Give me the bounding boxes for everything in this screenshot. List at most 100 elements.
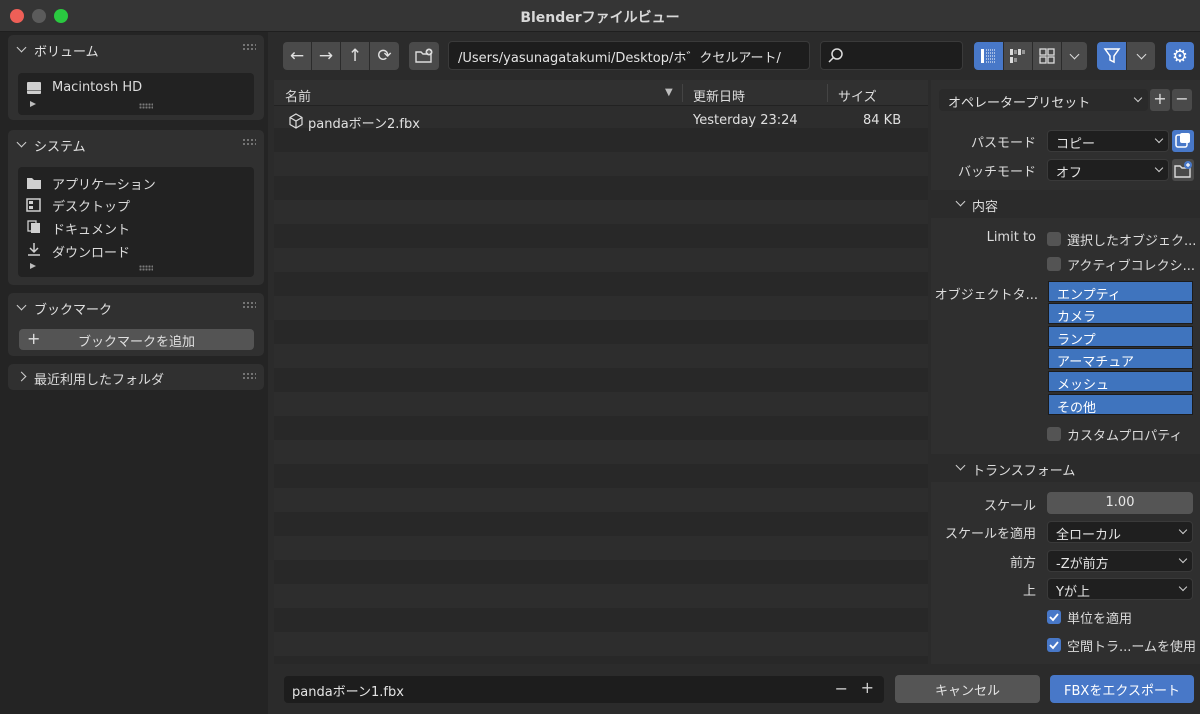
- scale-field[interactable]: 1.00: [1047, 492, 1193, 514]
- active-collection-label: アクティブコレクシ...: [1067, 259, 1195, 274]
- column-header-date[interactable]: 更新日時: [693, 86, 745, 105]
- object-type-other[interactable]: その他: [1048, 394, 1193, 416]
- transform-section-header[interactable]: トランスフォーム: [931, 454, 1200, 482]
- export-button[interactable]: FBXをエクスポート: [1050, 675, 1194, 703]
- volumes-label: ボリューム: [34, 45, 99, 60]
- object-type-camera[interactable]: カメラ: [1048, 303, 1193, 325]
- refresh-button[interactable]: ⟳: [370, 42, 399, 70]
- drag-handle-icon[interactable]: [242, 43, 256, 51]
- horizontal-list-view-button[interactable]: [1004, 42, 1032, 70]
- settings-toggle-button[interactable]: ⚙: [1166, 42, 1194, 70]
- system-panel: システム アプリケーション デスクトップ ドキュメント ダウンロード: [8, 130, 264, 285]
- sidebar-item-downloads[interactable]: ダウンロード: [52, 242, 130, 261]
- list-view-icon: [980, 49, 996, 63]
- cancel-button[interactable]: キャンセル: [895, 675, 1040, 703]
- object-type-lamp[interactable]: ランプ: [1048, 326, 1193, 348]
- apply-scale-dropdown[interactable]: 全ローカル: [1047, 521, 1193, 543]
- drag-handle-icon[interactable]: [242, 138, 256, 146]
- sidebar-item-applications[interactable]: アプリケーション: [52, 174, 156, 193]
- system-panel-header[interactable]: システム: [8, 130, 264, 158]
- table-row[interactable]: pandaボーン2.fbx Yesterday 23:24 84 KB: [274, 109, 928, 133]
- chevron-down-icon: [1154, 163, 1164, 173]
- forward-axis-value: -Zが前方: [1056, 557, 1109, 572]
- filter-toggle-button[interactable]: [1097, 42, 1126, 70]
- forward-button[interactable]: →: [312, 42, 340, 70]
- object-type-armature[interactable]: アーマチュア: [1048, 348, 1193, 370]
- add-bookmark-label: ブックマークを追加: [77, 335, 195, 350]
- recent-panel[interactable]: 最近利用したフォルダ: [8, 364, 264, 390]
- display-settings-dropdown[interactable]: [1062, 42, 1087, 70]
- up-axis-dropdown[interactable]: Yが上: [1047, 578, 1193, 600]
- drag-handle-icon[interactable]: [242, 301, 256, 309]
- include-section-label: 内容: [972, 200, 999, 215]
- drag-handle-icon[interactable]: [242, 372, 256, 380]
- horizontal-list-icon: [1010, 49, 1025, 63]
- batch-mode-value: オフ: [1056, 166, 1083, 181]
- volumes-panel-header[interactable]: ボリューム: [8, 35, 264, 63]
- cube-file-icon: [289, 113, 303, 129]
- sidebar-item-desktop[interactable]: デスクトップ: [52, 196, 130, 215]
- use-space-transform-label: 空間トラ...ームを使用: [1067, 640, 1197, 655]
- embed-textures-toggle[interactable]: [1172, 130, 1194, 152]
- thumbnail-view-button[interactable]: [1033, 42, 1061, 70]
- package-icon: [1175, 133, 1190, 148]
- column-divider[interactable]: [827, 84, 828, 102]
- chevron-down-icon: [1178, 554, 1188, 564]
- add-bookmark-button[interactable]: + ブックマークを追加: [19, 329, 254, 350]
- filter-settings-dropdown[interactable]: [1127, 42, 1155, 70]
- arrow-right-icon: →: [318, 46, 334, 66]
- include-section-header[interactable]: 内容: [931, 190, 1200, 218]
- sidebar-item-macintosh-hd[interactable]: Macintosh HD: [52, 80, 142, 95]
- path-mode-label: パスモード: [970, 136, 1036, 151]
- object-type-mesh[interactable]: メッシュ: [1048, 371, 1193, 393]
- filename-input[interactable]: pandaボーン1.fbx − +: [284, 676, 884, 703]
- chevron-down-icon: [1069, 49, 1080, 59]
- expand-triangle-icon[interactable]: [30, 263, 36, 269]
- remove-preset-button[interactable]: −: [1172, 89, 1192, 111]
- column-header-name[interactable]: 名前: [285, 86, 311, 105]
- file-name: pandaボーン2.fbx: [308, 117, 420, 132]
- recent-folders-label: 最近利用したフォルダ: [34, 373, 165, 388]
- arrow-left-icon: ←: [289, 46, 305, 66]
- chevron-right-icon: [16, 371, 27, 382]
- expand-triangle-icon[interactable]: [30, 101, 36, 107]
- operator-presets-dropdown[interactable]: オペレータープリセット: [939, 89, 1148, 111]
- path-mode-dropdown[interactable]: コピー: [1047, 130, 1169, 152]
- vertical-list-view-button[interactable]: [974, 42, 1003, 70]
- column-divider[interactable]: [682, 84, 683, 102]
- custom-properties-label: カスタムプロパティ: [1067, 429, 1183, 444]
- column-header-size[interactable]: サイズ: [838, 86, 877, 105]
- sort-descending-icon[interactable]: ▼: [665, 87, 673, 98]
- back-button[interactable]: ←: [283, 42, 311, 70]
- search-icon: [828, 48, 843, 63]
- file-size: 84 KB: [863, 113, 902, 128]
- forward-axis-dropdown[interactable]: -Zが前方: [1047, 550, 1193, 572]
- chevron-down-icon: [1178, 582, 1188, 592]
- directory-path-input[interactable]: /Users/yasunagatakumi/Desktop/ホ゛クセルアート/: [448, 41, 810, 70]
- filename-value: pandaボーン1.fbx: [292, 685, 404, 700]
- add-preset-button[interactable]: +: [1150, 89, 1170, 111]
- resize-dots-icon[interactable]: [139, 103, 153, 109]
- apply-scale-value: 全ローカル: [1056, 528, 1122, 543]
- selected-objects-checkbox[interactable]: [1047, 232, 1061, 246]
- batch-mode-dropdown[interactable]: オフ: [1047, 159, 1169, 181]
- download-icon: [26, 242, 42, 256]
- resize-dots-icon[interactable]: [139, 265, 153, 271]
- volumes-panel: ボリューム Macintosh HD: [8, 35, 264, 120]
- sidebar-item-documents[interactable]: ドキュメント: [52, 219, 130, 238]
- use-space-transform-checkbox[interactable]: [1047, 638, 1061, 652]
- active-collection-checkbox[interactable]: [1047, 257, 1061, 271]
- arrow-up-icon: ↑: [347, 46, 363, 66]
- increment-filename-button[interactable]: +: [861, 678, 874, 697]
- new-folder-button[interactable]: [409, 42, 439, 70]
- batch-own-dir-toggle[interactable]: [1172, 159, 1194, 181]
- object-type-empty[interactable]: エンプティ: [1048, 281, 1193, 303]
- bookmarks-panel-header[interactable]: ブックマーク: [8, 293, 264, 321]
- parent-directory-button[interactable]: ↑: [341, 42, 369, 70]
- search-input[interactable]: [820, 41, 963, 70]
- custom-properties-checkbox[interactable]: [1047, 427, 1061, 441]
- grid-icon: [1039, 48, 1055, 64]
- decrement-filename-button[interactable]: −: [835, 679, 848, 698]
- apply-unit-checkbox[interactable]: [1047, 610, 1061, 624]
- drive-icon: [26, 81, 42, 95]
